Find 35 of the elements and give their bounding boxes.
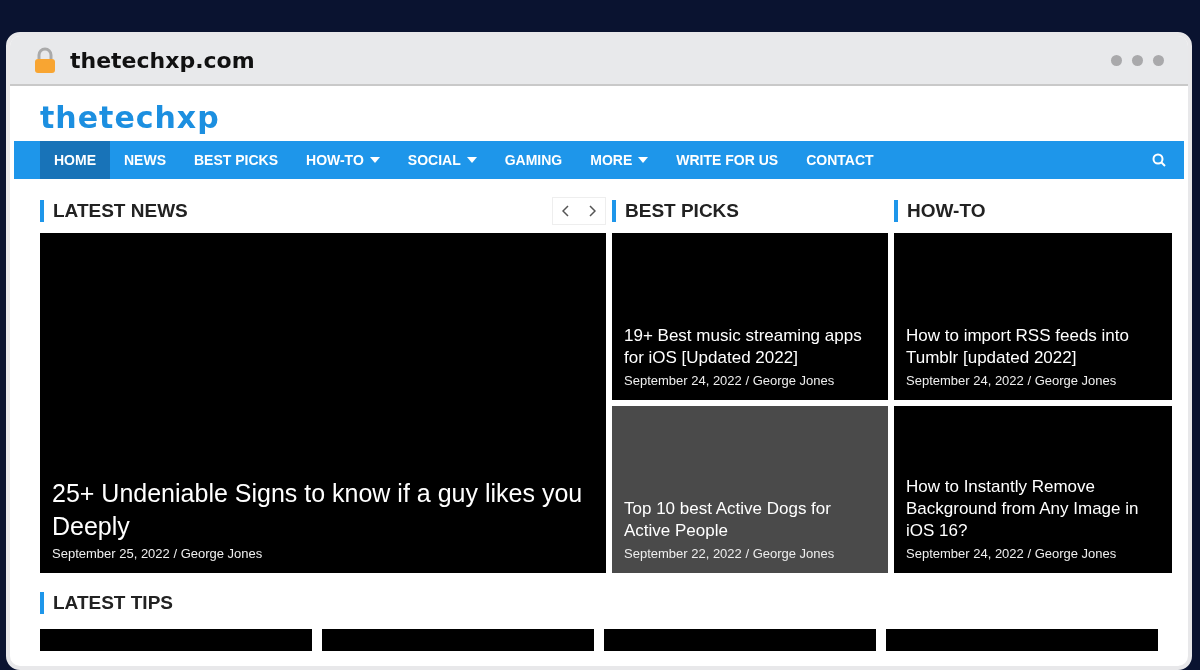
post-meta: September 24, 2022 / George Jones	[906, 373, 1118, 388]
window-dot[interactable]	[1132, 54, 1143, 66]
search-icon[interactable]	[1152, 153, 1166, 167]
post-title[interactable]: 19+ Best music streaming apps for iOS [Updated 2022]	[624, 324, 876, 369]
chevron-right-icon	[588, 205, 596, 217]
section-title: LATEST NEWS	[40, 200, 188, 222]
lock-icon	[34, 47, 56, 73]
section-title: HOW-TO	[894, 200, 986, 222]
caret-icon	[638, 157, 649, 163]
post-meta: September 22, 2022 / George Jones	[624, 546, 836, 561]
section-title: BEST PICKS	[612, 200, 740, 222]
post-card[interactable]	[604, 629, 876, 651]
post-title[interactable]: How to Instantly Remove Background from Any Image in iOS 16?	[906, 475, 1160, 542]
window-dot[interactable]	[1111, 54, 1122, 66]
post-title[interactable]: 25+ Undeniable Signs to know if a guy likes you Deeply	[52, 477, 594, 542]
caret-icon	[369, 157, 380, 163]
post-card[interactable]: How to import RSS feeds into Tumblr [updated 2022] September 24, 2022 / George Jones	[894, 233, 1172, 400]
nav-item[interactable]: HOME	[40, 141, 110, 179]
post-card[interactable]	[40, 629, 312, 651]
caret-icon	[466, 157, 477, 163]
section-title: LATEST TIPS	[40, 592, 173, 614]
post-meta: September 24, 2022 / George Jones	[624, 373, 836, 388]
post-card[interactable]: How to Instantly Remove Background from Any Image in iOS 16? September 24, 2022 / George Jones	[894, 406, 1172, 573]
post-card[interactable]	[322, 629, 594, 651]
post-meta: September 24, 2022 / George Jones	[906, 546, 1118, 561]
post-meta: September 25, 2022 / George Jones	[52, 546, 264, 561]
post-title[interactable]: How to import RSS feeds into Tumblr [updated 2022]	[906, 324, 1160, 369]
chevron-left-icon	[562, 205, 570, 217]
post-card[interactable]: Top 10 best Active Dogs for Active People September 22, 2022 / George Jones	[612, 406, 888, 573]
post-card[interactable]	[886, 629, 1158, 651]
window-dot[interactable]	[1153, 54, 1164, 66]
post-card[interactable]: 19+ Best music streaming apps for iOS [Updated 2022] September 24, 2022 / George Jones	[612, 233, 888, 400]
url-text[interactable]: thetechxp.com	[70, 47, 255, 73]
post-title[interactable]: Top 10 best Active Dogs for Active People	[624, 497, 876, 542]
post-card[interactable]: 25+ Undeniable Signs to know if a guy likes you Deeply September 25, 2022 / George Jones	[40, 233, 606, 573]
